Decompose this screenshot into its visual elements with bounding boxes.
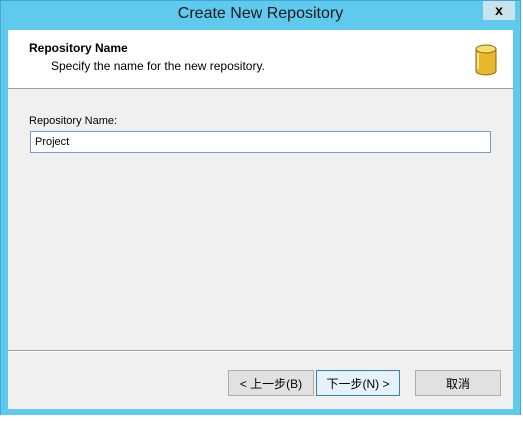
wizard-header: Repository Name Specify the name for the… xyxy=(8,30,513,89)
footer-divider-highlight xyxy=(8,351,513,352)
page-subtitle: Specify the name for the new repository. xyxy=(51,59,265,73)
next-button[interactable]: 下一步(N) > xyxy=(316,370,400,396)
dialog-window: Create New Repository x Repository Name … xyxy=(0,0,521,417)
window-title: Create New Repository xyxy=(177,5,344,22)
close-button[interactable]: x xyxy=(483,1,515,20)
title-bar[interactable]: Create New Repository x xyxy=(1,1,520,30)
cancel-button[interactable]: 取消 xyxy=(415,370,501,396)
dialog-body: Repository Name Specify the name for the… xyxy=(8,30,513,409)
page-title: Repository Name xyxy=(29,41,128,55)
database-icon xyxy=(475,44,497,76)
background-strip xyxy=(0,415,523,421)
back-button[interactable]: < 上一步(B) xyxy=(228,370,314,396)
repository-name-input[interactable]: Project xyxy=(30,131,491,153)
repository-name-label: Repository Name: xyxy=(29,115,118,127)
